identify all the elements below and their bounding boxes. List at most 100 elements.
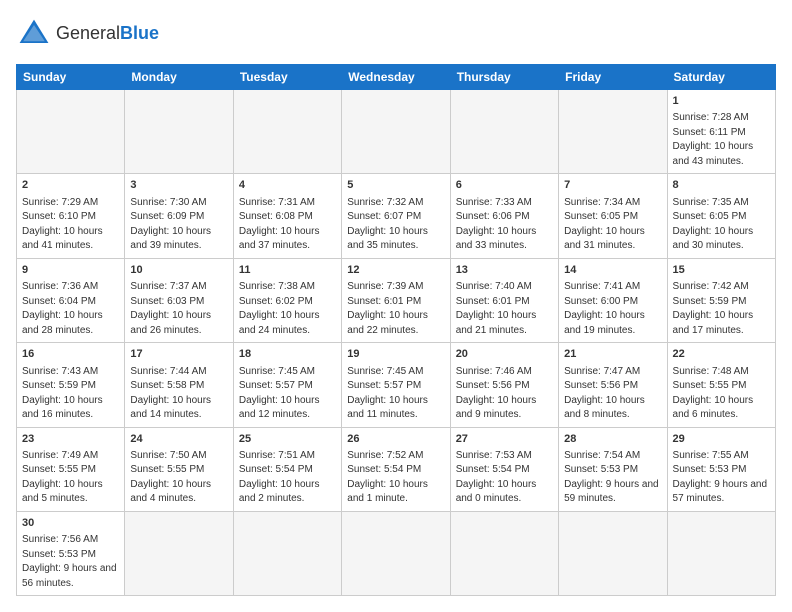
day-number: 17: [130, 347, 227, 362]
calendar-day-header: Friday: [559, 65, 667, 90]
day-number: 22: [673, 347, 770, 362]
day-number: 26: [347, 432, 444, 447]
day-info: Sunrise: 7:55 AM Sunset: 5:53 PM Dayligh…: [673, 449, 770, 507]
calendar-day-cell: [125, 511, 233, 595]
day-info: Sunrise: 7:46 AM Sunset: 5:56 PM Dayligh…: [456, 365, 553, 423]
calendar-day-cell: 30Sunrise: 7:56 AM Sunset: 5:53 PM Dayli…: [17, 511, 125, 595]
day-number: 21: [564, 347, 661, 362]
calendar-day-header: Wednesday: [342, 65, 450, 90]
day-info: Sunrise: 7:53 AM Sunset: 5:54 PM Dayligh…: [456, 449, 553, 507]
day-info: Sunrise: 7:47 AM Sunset: 5:56 PM Dayligh…: [564, 365, 661, 423]
day-number: 13: [456, 263, 553, 278]
day-number: 16: [22, 347, 119, 362]
calendar-day-cell: 29Sunrise: 7:55 AM Sunset: 5:53 PM Dayli…: [667, 427, 775, 511]
day-info: Sunrise: 7:36 AM Sunset: 6:04 PM Dayligh…: [22, 280, 119, 338]
calendar-day-cell: [667, 511, 775, 595]
day-info: Sunrise: 7:32 AM Sunset: 6:07 PM Dayligh…: [347, 196, 444, 254]
calendar-day-cell: 14 Sunrise: 7:41 AM Sunset: 6:00 PM Dayli…: [559, 258, 667, 342]
calendar-day-cell: 18Sunrise: 7:45 AM Sunset: 5:57 PM Dayli…: [233, 343, 341, 427]
calendar-day-cell: 4 Sunrise: 7:31 AM Sunset: 6:08 PM Daylig…: [233, 174, 341, 258]
calendar-day-cell: [233, 511, 341, 595]
calendar-day-cell: 23Sunrise: 7:49 AM Sunset: 5:55 PM Dayli…: [17, 427, 125, 511]
day-info: Sunrise: 7:38 AM Sunset: 6:02 PM Dayligh…: [239, 280, 336, 338]
calendar-day-cell: [125, 90, 233, 174]
calendar-day-cell: 27 Sunrise: 7:53 AM Sunset: 5:54 PM Dayli…: [450, 427, 558, 511]
calendar-header-row: SundayMondayTuesdayWednesdayThursdayFrid…: [17, 65, 776, 90]
day-number: 2: [22, 178, 119, 193]
calendar-day-cell: 16 Sunrise: 7:43 AM Sunset: 5:59 PM Dayli…: [17, 343, 125, 427]
calendar-week-row: 1 Sunrise: 7:28 AM Sunset: 6:11 PM Daylig…: [17, 90, 776, 174]
calendar-week-row: 30Sunrise: 7:56 AM Sunset: 5:53 PM Dayli…: [17, 511, 776, 595]
day-info: Sunrise: 7:45 AM Sunset: 5:57 PM Dayligh…: [239, 365, 336, 423]
calendar-day-cell: 7Sunrise: 7:34 AM Sunset: 6:05 PM Daylig…: [559, 174, 667, 258]
logo: GeneralBlue: [16, 16, 159, 52]
day-info: Sunrise: 7:37 AM Sunset: 6:03 PM Dayligh…: [130, 280, 227, 338]
day-number: 25: [239, 432, 336, 447]
calendar-day-cell: 19 Sunrise: 7:45 AM Sunset: 5:57 PM Dayli…: [342, 343, 450, 427]
calendar-day-cell: 26 Sunrise: 7:52 AM Sunset: 5:54 PM Dayli…: [342, 427, 450, 511]
day-number: 3: [130, 178, 227, 193]
calendar-day-cell: 13 Sunrise: 7:40 AM Sunset: 6:01 PM Dayli…: [450, 258, 558, 342]
day-info: Sunrise: 7:56 AM Sunset: 5:53 PM Dayligh…: [22, 533, 119, 591]
day-number: 24: [130, 432, 227, 447]
day-number: 14: [564, 263, 661, 278]
day-number: 4: [239, 178, 336, 193]
calendar-day-cell: 24 Sunrise: 7:50 AM Sunset: 5:55 PM Dayli…: [125, 427, 233, 511]
calendar-day-cell: 28 Sunrise: 7:54 AM Sunset: 5:53 PM Dayli…: [559, 427, 667, 511]
calendar-day-cell: 11Sunrise: 7:38 AM Sunset: 6:02 PM Dayli…: [233, 258, 341, 342]
day-number: 27: [456, 432, 553, 447]
calendar-week-row: 23Sunrise: 7:49 AM Sunset: 5:55 PM Dayli…: [17, 427, 776, 511]
calendar-day-cell: 17 Sunrise: 7:44 AM Sunset: 5:58 PM Dayli…: [125, 343, 233, 427]
day-number: 8: [673, 178, 770, 193]
calendar-day-header: Tuesday: [233, 65, 341, 90]
day-info: Sunrise: 7:54 AM Sunset: 5:53 PM Dayligh…: [564, 449, 661, 507]
calendar-day-cell: 5Sunrise: 7:32 AM Sunset: 6:07 PM Daylig…: [342, 174, 450, 258]
day-number: 1: [673, 94, 770, 109]
day-info: Sunrise: 7:33 AM Sunset: 6:06 PM Dayligh…: [456, 196, 553, 254]
calendar-day-cell: [342, 90, 450, 174]
calendar-day-cell: [559, 90, 667, 174]
day-info: Sunrise: 7:28 AM Sunset: 6:11 PM Dayligh…: [673, 111, 770, 169]
day-info: Sunrise: 7:51 AM Sunset: 5:54 PM Dayligh…: [239, 449, 336, 507]
day-info: Sunrise: 7:48 AM Sunset: 5:55 PM Dayligh…: [673, 365, 770, 423]
calendar-week-row: 9Sunrise: 7:36 AM Sunset: 6:04 PM Daylig…: [17, 258, 776, 342]
calendar-day-cell: 1 Sunrise: 7:28 AM Sunset: 6:11 PM Daylig…: [667, 90, 775, 174]
day-number: 15: [673, 263, 770, 278]
page-header: GeneralBlue: [16, 16, 776, 52]
day-info: Sunrise: 7:45 AM Sunset: 5:57 PM Dayligh…: [347, 365, 444, 423]
calendar-day-cell: 9Sunrise: 7:36 AM Sunset: 6:04 PM Daylig…: [17, 258, 125, 342]
day-info: Sunrise: 7:35 AM Sunset: 6:05 PM Dayligh…: [673, 196, 770, 254]
calendar-day-header: Saturday: [667, 65, 775, 90]
calendar-day-cell: 22 Sunrise: 7:48 AM Sunset: 5:55 PM Dayli…: [667, 343, 775, 427]
day-info: Sunrise: 7:52 AM Sunset: 5:54 PM Dayligh…: [347, 449, 444, 507]
calendar-day-cell: [450, 90, 558, 174]
calendar-day-cell: [233, 90, 341, 174]
day-info: Sunrise: 7:34 AM Sunset: 6:05 PM Dayligh…: [564, 196, 661, 254]
day-number: 28: [564, 432, 661, 447]
calendar-day-cell: 3 Sunrise: 7:30 AM Sunset: 6:09 PM Daylig…: [125, 174, 233, 258]
calendar-week-row: 16 Sunrise: 7:43 AM Sunset: 5:59 PM Dayli…: [17, 343, 776, 427]
calendar-table: SundayMondayTuesdayWednesdayThursdayFrid…: [16, 64, 776, 596]
day-info: Sunrise: 7:40 AM Sunset: 6:01 PM Dayligh…: [456, 280, 553, 338]
calendar-day-cell: 10 Sunrise: 7:37 AM Sunset: 6:03 PM Dayli…: [125, 258, 233, 342]
day-info: Sunrise: 7:50 AM Sunset: 5:55 PM Dayligh…: [130, 449, 227, 507]
day-info: Sunrise: 7:29 AM Sunset: 6:10 PM Dayligh…: [22, 196, 119, 254]
day-info: Sunrise: 7:30 AM Sunset: 6:09 PM Dayligh…: [130, 196, 227, 254]
calendar-day-cell: [17, 90, 125, 174]
day-info: Sunrise: 7:41 AM Sunset: 6:00 PM Dayligh…: [564, 280, 661, 338]
day-number: 20: [456, 347, 553, 362]
calendar-day-cell: [450, 511, 558, 595]
day-info: Sunrise: 7:43 AM Sunset: 5:59 PM Dayligh…: [22, 365, 119, 423]
day-info: Sunrise: 7:42 AM Sunset: 5:59 PM Dayligh…: [673, 280, 770, 338]
calendar-day-header: Sunday: [17, 65, 125, 90]
day-number: 19: [347, 347, 444, 362]
day-info: Sunrise: 7:44 AM Sunset: 5:58 PM Dayligh…: [130, 365, 227, 423]
calendar-day-cell: [342, 511, 450, 595]
day-info: Sunrise: 7:39 AM Sunset: 6:01 PM Dayligh…: [347, 280, 444, 338]
day-number: 10: [130, 263, 227, 278]
calendar-week-row: 2 Sunrise: 7:29 AM Sunset: 6:10 PM Daylig…: [17, 174, 776, 258]
logo-text: GeneralBlue: [56, 24, 159, 44]
day-info: Sunrise: 7:31 AM Sunset: 6:08 PM Dayligh…: [239, 196, 336, 254]
calendar-day-header: Thursday: [450, 65, 558, 90]
calendar-day-cell: 15 Sunrise: 7:42 AM Sunset: 5:59 PM Dayli…: [667, 258, 775, 342]
